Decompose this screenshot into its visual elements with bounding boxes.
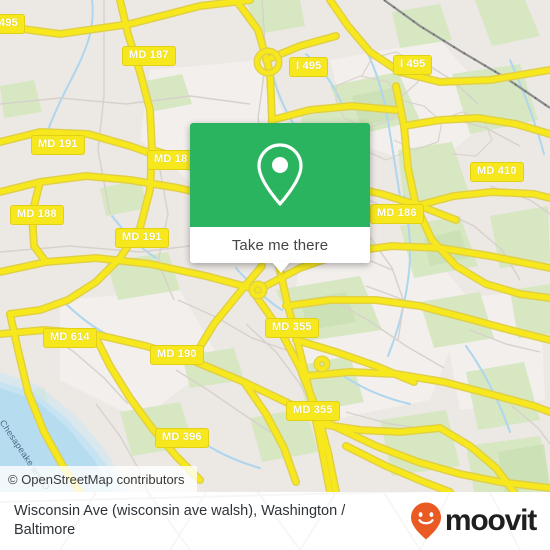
shield-md191-south[interactable]: MD 191 bbox=[115, 228, 169, 248]
shield-i495-northwest[interactable]: 495 bbox=[0, 14, 25, 34]
popup-card-action-bar[interactable]: Take me there bbox=[190, 227, 370, 263]
moovit-logo[interactable]: moovit bbox=[409, 501, 537, 541]
popup-card-pointer bbox=[272, 262, 290, 273]
attribution-text: © OpenStreetMap contributors bbox=[8, 471, 185, 487]
shield-md355-north[interactable]: MD 355 bbox=[265, 318, 319, 338]
shield-md614[interactable]: MD 614 bbox=[43, 328, 97, 348]
take-me-there-button[interactable]: Take me there bbox=[232, 237, 328, 254]
shield-md410[interactable]: MD 410 bbox=[470, 162, 524, 182]
map-canvas[interactable]: 495 MD 187 I 495 I 495 MD 191 MD 18 MD 4… bbox=[0, 0, 550, 492]
shield-md190[interactable]: MD 190 bbox=[150, 345, 204, 365]
footer-bar: Wisconsin Ave (wisconsin ave walsh), Was… bbox=[0, 492, 550, 550]
popup-card-header bbox=[190, 123, 370, 227]
map-attribution[interactable]: © OpenStreetMap contributors bbox=[0, 466, 197, 492]
station-popup-card[interactable]: Take me there bbox=[190, 123, 370, 273]
moovit-station-map-screen: 495 MD 187 I 495 I 495 MD 191 MD 18 MD 4… bbox=[0, 0, 550, 550]
shield-md188[interactable]: MD 188 bbox=[10, 205, 64, 225]
moovit-wordmark: moovit bbox=[444, 504, 537, 537]
shield-i495-northeast[interactable]: I 495 bbox=[393, 55, 433, 75]
shield-md355-south[interactable]: MD 355 bbox=[286, 401, 340, 421]
shield-md187[interactable]: MD 187 bbox=[122, 46, 176, 66]
shield-md396[interactable]: MD 396 bbox=[155, 428, 209, 448]
station-title: Wisconsin Ave (wisconsin ave walsh), Was… bbox=[14, 503, 346, 538]
map-pin-icon bbox=[257, 143, 303, 206]
shield-md191-west[interactable]: MD 191 bbox=[31, 135, 85, 155]
shield-md188-clipped[interactable]: MD 18 bbox=[147, 150, 195, 170]
moovit-smiley-pin-icon bbox=[410, 502, 441, 540]
shield-md186[interactable]: MD 186 bbox=[370, 204, 424, 224]
shield-i495-center[interactable]: I 495 bbox=[289, 57, 329, 77]
